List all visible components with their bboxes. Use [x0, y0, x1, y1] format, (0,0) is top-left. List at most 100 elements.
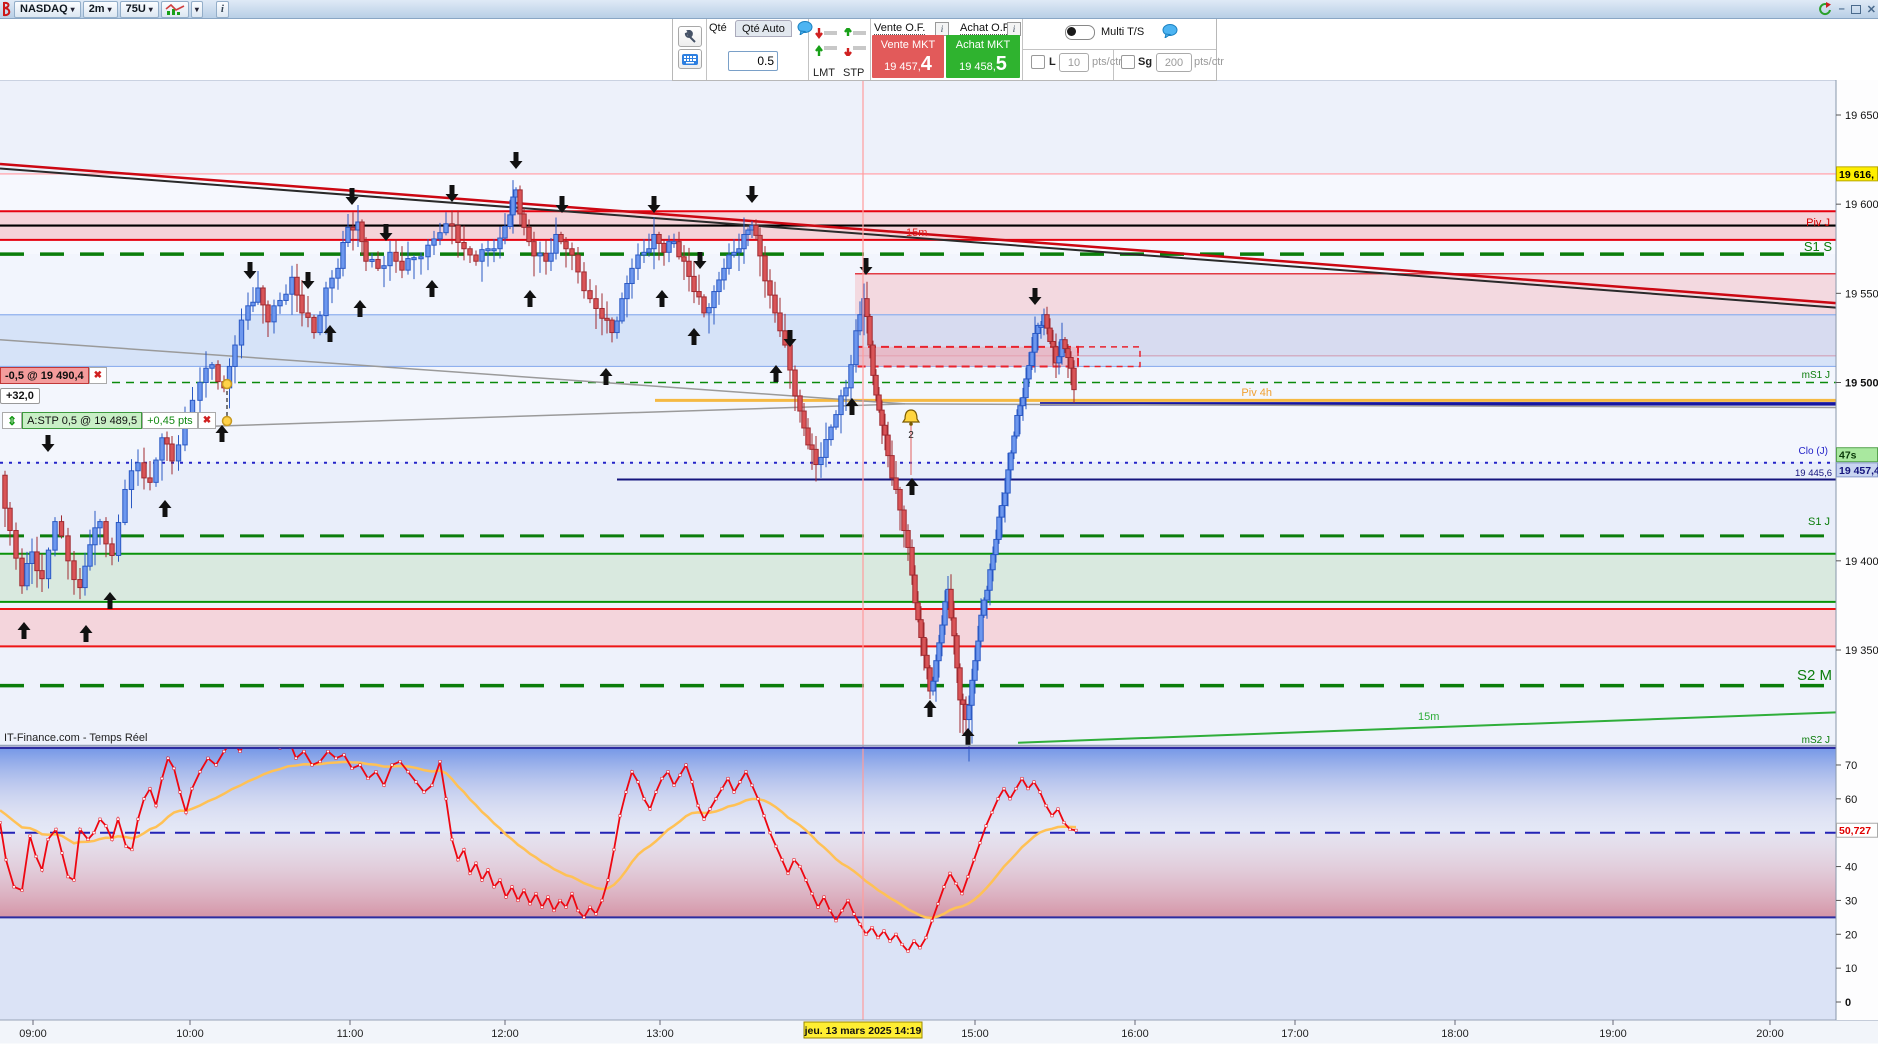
chart-type-icon: [165, 3, 185, 15]
restore-button[interactable]: [1850, 4, 1861, 14]
lmt-order-icon[interactable]: [815, 28, 839, 56]
sell-of-link[interactable]: Vente O.F.: [874, 22, 926, 35]
time-axis[interactable]: 09:00 10:00 11:00 12:00 13:00 15:00 16:00 17:00…: [0, 1020, 1878, 1044]
loss-input[interactable]: 10: [1059, 53, 1089, 72]
gain-unit: pts/ctr: [1194, 56, 1224, 68]
svg-text:13:00: 13:00: [646, 1028, 674, 1040]
buy-market-button[interactable]: Achat MKT 19 458,5: [946, 35, 1020, 78]
svg-text:40: 40: [1845, 862, 1857, 874]
gain-label: Sg: [1138, 56, 1153, 68]
order-entry-strip: Qté Qté Auto LMT STP Vente O.F. i Achat …: [0, 18, 1878, 81]
svg-text:70: 70: [1845, 760, 1857, 772]
chart-type-dropdown[interactable]: ▾: [190, 0, 203, 18]
qty-auto-label: Qté Auto: [742, 22, 785, 35]
qty-tab[interactable]: Qté: [709, 22, 727, 34]
buy-price-big: 5: [995, 53, 1007, 75]
svg-text:30: 30: [1845, 895, 1857, 907]
stp-order-icon[interactable]: [844, 28, 868, 56]
svg-text:60: 60: [1845, 794, 1857, 806]
svg-text:10:00: 10:00: [176, 1028, 204, 1040]
svg-text:10: 10: [1845, 963, 1857, 975]
svg-text:17:00: 17:00: [1281, 1028, 1309, 1040]
periods-selector[interactable]: 75U ▾: [119, 0, 159, 18]
sell-price: 19 457,: [884, 61, 921, 73]
sell-market-button[interactable]: Vente MKT 19 457,4: [872, 35, 944, 78]
close-position-icon[interactable]: ✖: [88, 367, 108, 384]
svg-text:19 650: 19 650: [1845, 110, 1878, 122]
settings-button[interactable]: [678, 26, 702, 47]
price-axis[interactable]: 19 650 19 600 19 550 19 500 19 400 19 350 19 6…: [1835, 80, 1878, 1020]
stp-button[interactable]: STP: [843, 67, 864, 79]
svg-text:15m: 15m: [1418, 711, 1439, 723]
qty-input[interactable]: [728, 51, 778, 71]
svg-text:19 445,6: 19 445,6: [1795, 468, 1832, 479]
svg-text:19 616,: 19 616,: [1839, 169, 1874, 181]
drag-handle-icon[interactable]: ⇕: [2, 412, 23, 429]
wrench-icon: [684, 29, 696, 43]
timeframe-label: 2m: [88, 3, 105, 15]
buy-of-link[interactable]: Achat O.F.: [960, 22, 1012, 35]
multi-ts-label: Multi T/S: [1101, 26, 1145, 38]
keypad-button[interactable]: [678, 49, 702, 69]
keyboard-icon: [682, 53, 698, 65]
svg-text:IT-Finance.com - Temps Réel: IT-Finance.com - Temps Réel: [4, 732, 147, 744]
stop-pnl-text: +0,45 pts: [142, 412, 198, 429]
gain-input[interactable]: 200: [1156, 53, 1192, 72]
timeframe-selector[interactable]: 2m ▾: [82, 0, 118, 18]
close-window-button[interactable]: ✕: [1867, 3, 1876, 16]
info-icon[interactable]: i: [1007, 22, 1021, 36]
chat-bubble-icon[interactable]: [797, 21, 813, 35]
chevron-down-icon: ▾: [194, 4, 199, 14]
svg-text:Piv J: Piv J: [1806, 217, 1830, 229]
qty-auto-tab[interactable]: Qté Auto: [735, 20, 792, 37]
chat-bubble-icon[interactable]: [1162, 24, 1178, 38]
svg-text:09:00: 09:00: [19, 1028, 47, 1040]
instrument-label: NASDAQ: [20, 3, 68, 15]
info-icon[interactable]: i: [935, 22, 949, 36]
stop-order-label[interactable]: ⇕ A:STP 0,5 @ 19 489,5 +0,45 pts ✖: [2, 412, 217, 429]
chevron-down-icon: ▾: [107, 4, 112, 14]
trading-platform-window: { "titlebar": { "instrument": "NASDAQ", …: [0, 0, 1878, 1044]
titlebar: NASDAQ ▾ 2m ▾ 75U ▾ ▾ i – ✕: [0, 0, 1878, 19]
gain-checkbox[interactable]: [1121, 55, 1135, 69]
divider: [870, 19, 871, 80]
loss-label: L: [1049, 56, 1056, 68]
refresh-icon[interactable]: [1815, 2, 1833, 16]
chart-type-button[interactable]: [160, 0, 189, 18]
multi-ts-toggle[interactable]: [1065, 25, 1095, 40]
svg-text:50,727: 50,727: [1839, 825, 1871, 837]
price-chart[interactable]: 2 Piv J S1 S 15m mS1 J Piv 4h Clo (J) 19 445,6 S…: [0, 0, 1878, 1044]
svg-text:16:00: 16:00: [1121, 1028, 1149, 1040]
svg-text:15m: 15m: [906, 227, 927, 239]
info-icon: i: [220, 3, 224, 15]
loss-unit: pts/ctr: [1092, 56, 1122, 68]
cancel-stop-icon[interactable]: ✖: [197, 412, 217, 429]
svg-text:19 600: 19 600: [1845, 199, 1878, 211]
svg-text:47s: 47s: [1839, 450, 1857, 462]
sell-market-label: Vente MKT: [880, 39, 936, 51]
svg-text:0: 0: [1845, 997, 1851, 1009]
minimize-button[interactable]: –: [1839, 3, 1845, 15]
svg-text:19 500: 19 500: [1845, 377, 1878, 389]
svg-text:19:00: 19:00: [1599, 1028, 1627, 1040]
info-button[interactable]: i: [215, 0, 229, 18]
svg-text:jeu. 13 mars 2025 14:19: jeu. 13 mars 2025 14:19: [804, 1025, 922, 1037]
chevron-down-icon: ▾: [70, 4, 75, 14]
pnl-label: +32,0: [0, 388, 40, 404]
lmt-button[interactable]: LMT: [813, 67, 835, 79]
loss-checkbox[interactable]: [1031, 55, 1045, 69]
svg-text:20:00: 20:00: [1756, 1028, 1784, 1040]
svg-text:S1 S: S1 S: [1804, 239, 1833, 254]
svg-text:Piv 4h: Piv 4h: [1241, 387, 1272, 399]
position-text: -0,5 @ 19 490,4: [0, 367, 89, 384]
svg-text:19 550: 19 550: [1845, 288, 1878, 300]
svg-text:18:00: 18:00: [1441, 1028, 1469, 1040]
divider: [1022, 49, 1216, 50]
svg-text:S1 J: S1 J: [1808, 516, 1830, 528]
periods-label: 75U: [125, 3, 146, 15]
chevron-down-icon: ▾: [148, 4, 153, 14]
open-position-label[interactable]: -0,5 @ 19 490,4 ✖: [0, 367, 108, 384]
instrument-selector[interactable]: NASDAQ ▾: [14, 0, 81, 18]
svg-text:19 457,4: 19 457,4: [1839, 465, 1878, 477]
svg-text:2: 2: [908, 430, 914, 441]
